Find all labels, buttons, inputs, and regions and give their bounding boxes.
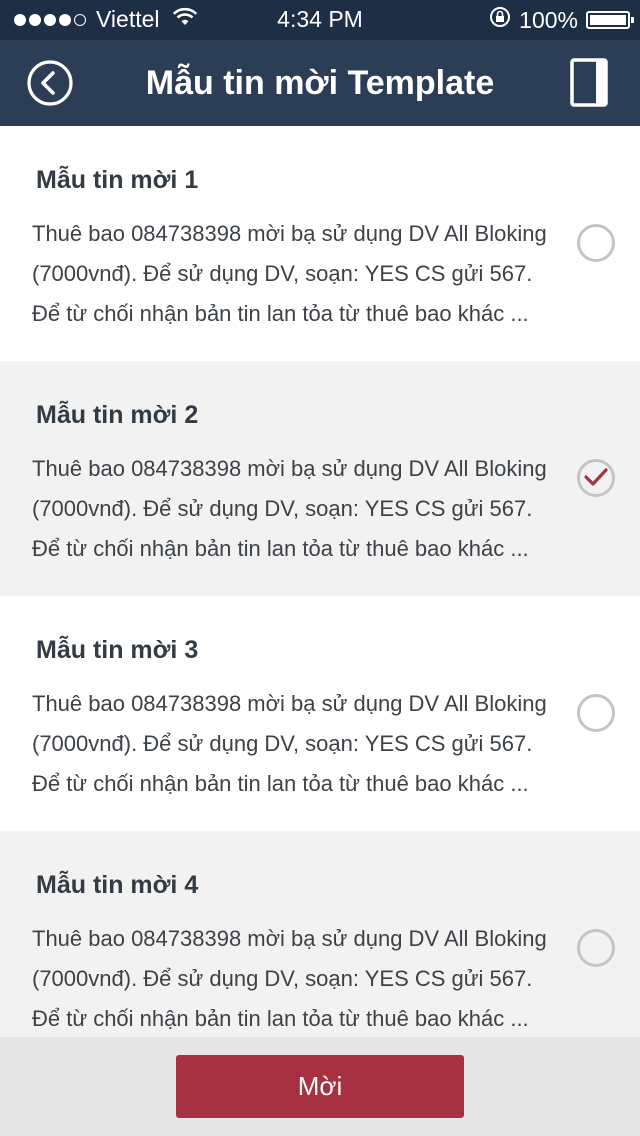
back-circle-icon[interactable] (26, 59, 74, 107)
template-title: Mẫu tin mời 1 (36, 166, 199, 194)
template-line: Để từ chối nhận bản tin lan tỏa từ thuê … (32, 771, 529, 796)
template-line: (7000vnđ). Để sử dụng DV, soạn: YES CS g… (32, 496, 533, 521)
template-line: Thuê bao 084738398 mời bạ sử dụng DV All… (32, 456, 547, 481)
template-line: Để từ chối nhận bản tin lan tỏa từ thuê … (32, 301, 529, 326)
radio-button[interactable] (577, 694, 615, 732)
battery-percent: 100% (519, 6, 578, 33)
template-title: Mẫu tin mời 2 (36, 401, 199, 429)
page-title: Mẫu tin mời Template (145, 64, 495, 102)
status-right: 100% (489, 6, 634, 34)
template-body: Thuê bao 084738398 mời bạ sử dụng DV All… (32, 919, 562, 1039)
radio-button[interactable] (577, 224, 615, 262)
rotation-lock-icon (489, 6, 511, 34)
template-line: Thuê bao 084738398 mời bạ sử dụng DV All… (32, 926, 547, 951)
template-line: Để từ chối nhận bản tin lan tỏa từ thuê … (32, 536, 529, 561)
template-body: Thuê bao 084738398 mời bạ sử dụng DV All… (32, 449, 562, 569)
template-title: Mẫu tin mời 4 (36, 871, 199, 899)
template-line: (7000vnđ). Để sử dụng DV, soạn: YES CS g… (32, 731, 533, 756)
status-bar: Viettel 4:34 PM 100% (0, 0, 640, 40)
template-line: (7000vnđ). Để sử dụng DV, soạn: YES CS g… (32, 261, 533, 286)
template-item-1[interactable]: Mẫu tin mời 1 Thuê bao 084738398 mời bạ … (0, 126, 640, 361)
template-body: Thuê bao 084738398 mời bạ sử dụng DV All… (32, 684, 562, 804)
footer-bar: Mời (0, 1037, 640, 1136)
radio-button[interactable] (577, 929, 615, 967)
book-icon[interactable] (570, 57, 610, 109)
checkmark-icon (584, 468, 608, 486)
radio-button-selected[interactable] (577, 459, 615, 497)
header-bar: Mẫu tin mời Template (0, 40, 640, 126)
template-title: Mẫu tin mời 3 (36, 636, 199, 664)
invite-button[interactable]: Mời (176, 1055, 464, 1118)
template-list: Mẫu tin mời 1 Thuê bao 084738398 mời bạ … (0, 126, 640, 1066)
template-line: Thuê bao 084738398 mời bạ sử dụng DV All… (32, 691, 547, 716)
template-item-2[interactable]: Mẫu tin mời 2 Thuê bao 084738398 mời bạ … (0, 361, 640, 596)
battery-icon (586, 11, 634, 29)
template-item-3[interactable]: Mẫu tin mời 3 Thuê bao 084738398 mời bạ … (0, 596, 640, 831)
template-line: Thuê bao 084738398 mời bạ sử dụng DV All… (32, 221, 547, 246)
template-body: Thuê bao 084738398 mời bạ sử dụng DV All… (32, 214, 562, 334)
template-item-4[interactable]: Mẫu tin mời 4 Thuê bao 084738398 mời bạ … (0, 831, 640, 1066)
template-line: Để từ chối nhận bản tin lan tỏa từ thuê … (32, 1006, 529, 1031)
template-line: (7000vnđ). Để sử dụng DV, soạn: YES CS g… (32, 966, 533, 991)
